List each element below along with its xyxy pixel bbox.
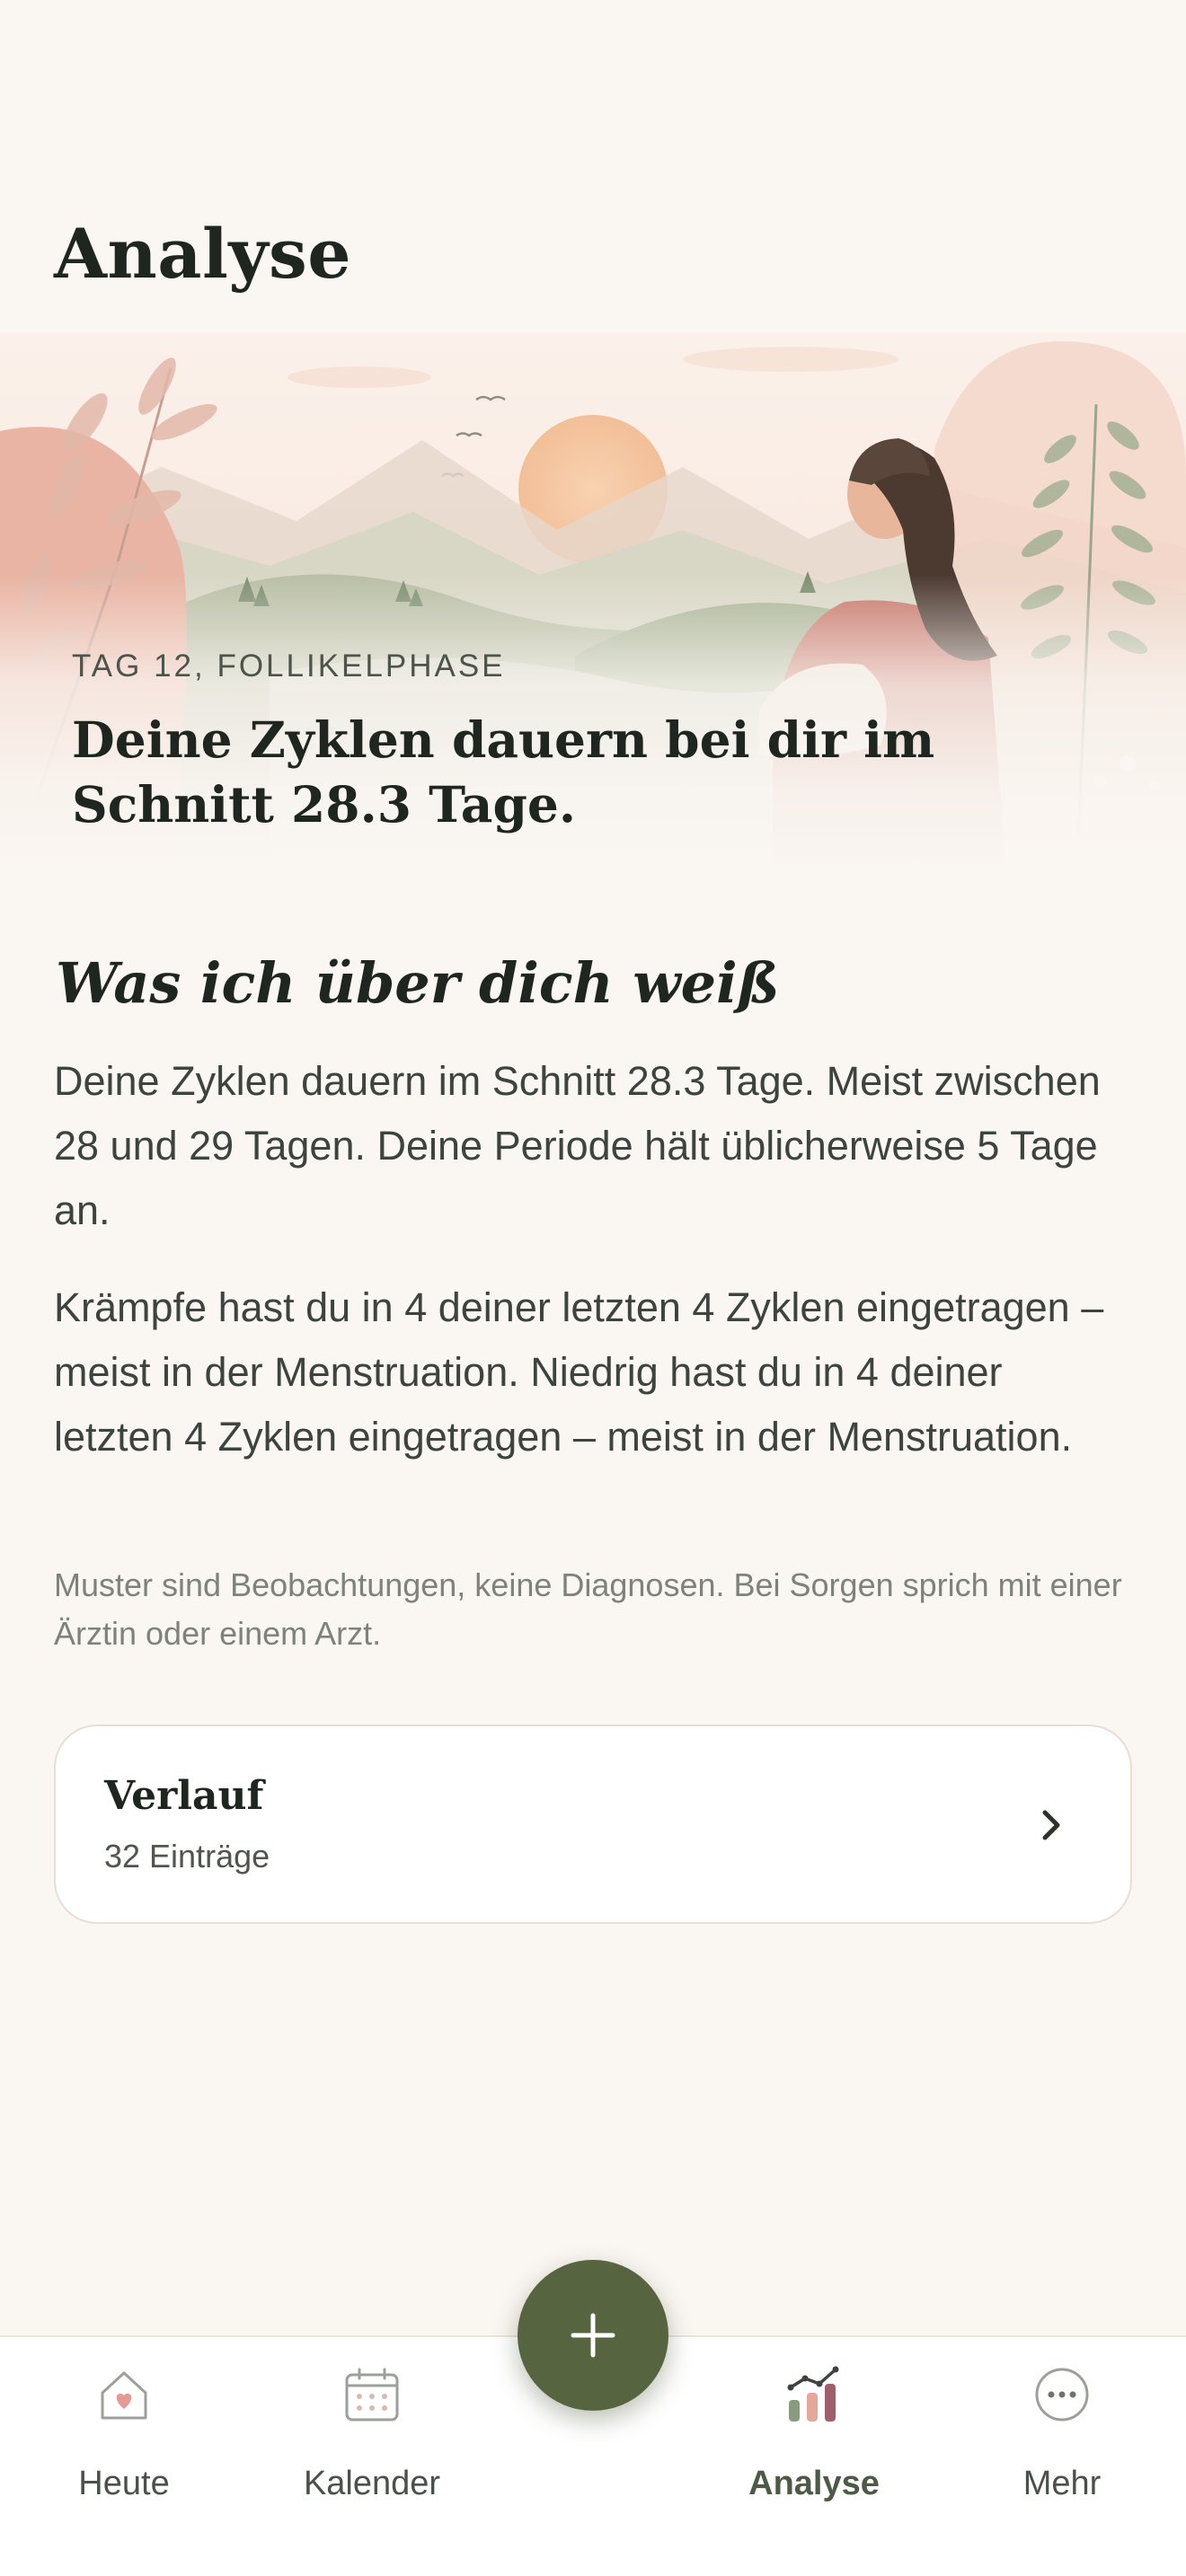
tab-kalender[interactable]: Kalender (273, 2337, 471, 2517)
more-icon (1035, 2368, 1089, 2422)
chart-icon (787, 2366, 839, 2422)
insight-paragraph-symptoms: Krämpfe hast du in 4 deiner letzten 4 Zy… (54, 1284, 1104, 1460)
history-card-title: Verlauf (104, 1773, 264, 1819)
insights-title: Was ich über dich weiß (56, 950, 780, 1016)
history-card[interactable]: Verlauf 32 Einträge (54, 1725, 1132, 1924)
plus-icon (571, 2313, 615, 2358)
tab-analyse-label: Analyse (748, 2465, 880, 2502)
add-entry-button[interactable] (518, 2260, 668, 2411)
tab-heute[interactable]: Heute (25, 2337, 223, 2517)
insight-paragraph-cycle: Deine Zyklen dauern im Schnitt 28.3 Tage… (54, 1058, 1101, 1233)
hero-banner: TAG 12, FOLLIKELPHASE Deine Zyklen dauer… (0, 332, 1186, 871)
tab-analyse[interactable]: Analyse (715, 2337, 913, 2517)
history-card-count: 32 Einträge (104, 1838, 270, 1875)
calendar-icon (345, 2368, 399, 2422)
page-title: Analyse (54, 214, 352, 294)
tab-kalender-label: Kalender (303, 2465, 441, 2502)
tab-mehr[interactable]: Mehr (963, 2337, 1161, 2517)
home-heart-icon (101, 2371, 147, 2420)
cycle-day-label: TAG 12, FOLLIKELPHASE (72, 648, 506, 684)
disclaimer-text: Muster sind Beobachtungen, keine Diagnos… (54, 1566, 1122, 1652)
hero-headline: Deine Zyklen dauern bei dir im Schnitt 2… (72, 710, 935, 834)
tab-mehr-label: Mehr (1022, 2465, 1102, 2502)
chevron-right-icon (1042, 1810, 1060, 1840)
tab-heute-label: Heute (78, 2465, 170, 2502)
